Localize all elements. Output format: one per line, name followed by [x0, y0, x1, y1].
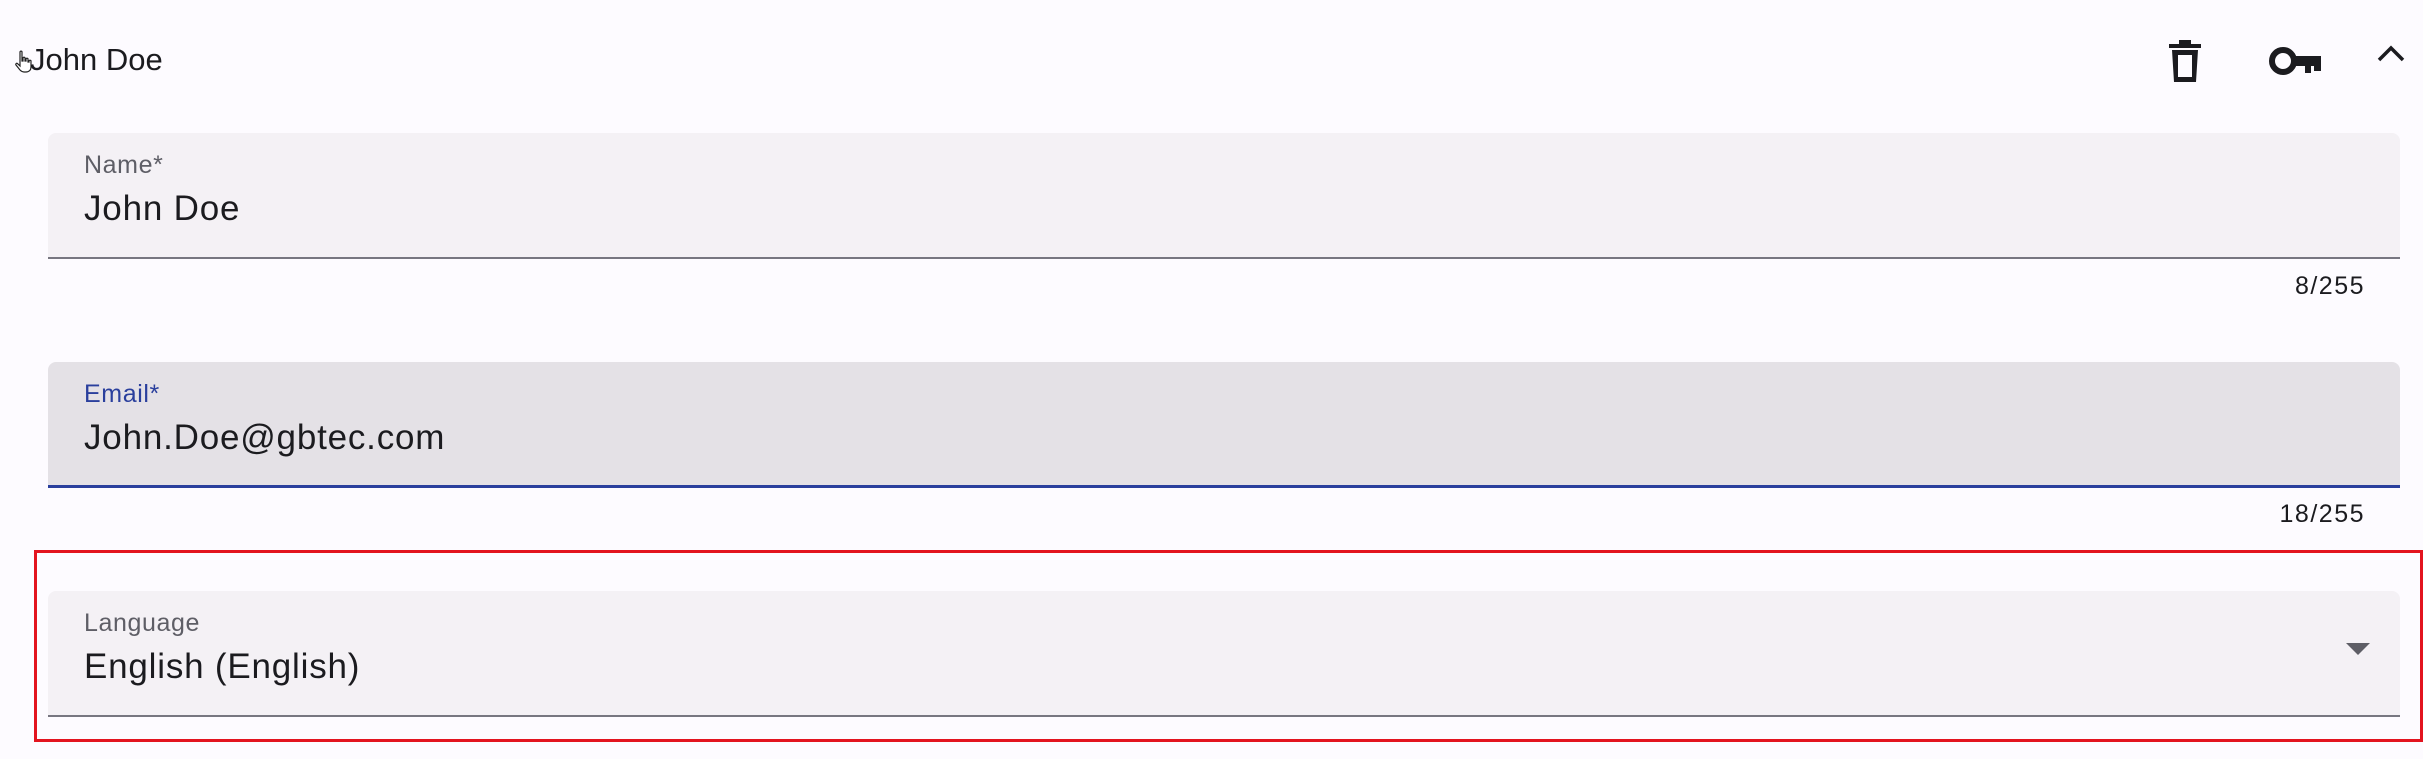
trash-icon [2168, 39, 2202, 85]
email-field[interactable]: Email* [48, 362, 2400, 488]
name-field[interactable]: Name* [48, 133, 2400, 259]
language-select[interactable]: Language English (English) [48, 591, 2400, 717]
email-input[interactable] [84, 418, 2284, 458]
user-panel-header[interactable]: John Doe [0, 0, 2423, 120]
delete-user-button[interactable] [2150, 30, 2220, 94]
reset-password-button[interactable] [2255, 34, 2335, 90]
user-detail-panel: John Doe Name* John Doe 8/255 Email* Joh… [0, 0, 2423, 759]
name-input[interactable] [84, 189, 2284, 229]
collapse-panel-button[interactable] [2360, 30, 2422, 80]
name-field-label: Name* [84, 151, 164, 179]
key-icon [2269, 46, 2321, 78]
name-character-counter: 8/255 [2294, 272, 2365, 300]
dropdown-arrow-icon[interactable] [2346, 643, 2370, 655]
language-field-label: Language [84, 609, 201, 637]
language-selected-value: English (English) [84, 647, 361, 686]
email-character-counter: 18/255 [2279, 500, 2365, 528]
user-name-title: John Doe [30, 42, 163, 77]
chevron-up-icon [2376, 45, 2406, 66]
email-field-label: Email* [84, 380, 160, 408]
